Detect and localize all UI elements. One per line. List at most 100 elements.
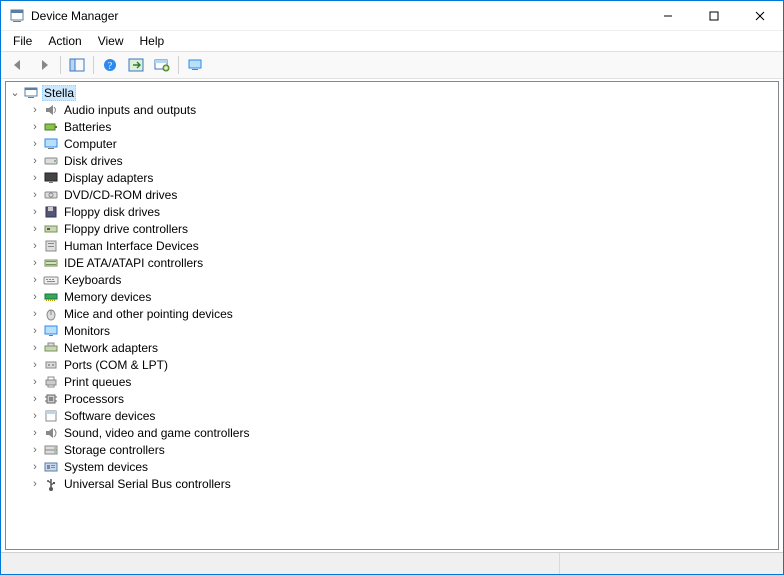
tree-category[interactable]: ›Disk drives xyxy=(6,152,778,169)
expand-icon[interactable]: › xyxy=(28,291,42,303)
audio-icon xyxy=(43,102,59,118)
tree-category-label: Ports (COM & LPT) xyxy=(62,358,170,372)
tree-category-label: Floppy drive controllers xyxy=(62,222,190,236)
expand-icon[interactable]: › xyxy=(28,308,42,320)
tree-category-label: Network adapters xyxy=(62,341,160,355)
expand-icon[interactable]: › xyxy=(28,427,42,439)
toolbar-separator xyxy=(178,56,179,74)
tree-category[interactable]: ›Memory devices xyxy=(6,288,778,305)
back-button[interactable] xyxy=(6,54,30,76)
tree-category-label: Display adapters xyxy=(62,171,155,185)
tree-category[interactable]: › Processors xyxy=(6,390,778,407)
battery-icon xyxy=(43,119,59,135)
expand-icon[interactable]: › xyxy=(28,478,42,490)
tree-category[interactable]: › Network adapters xyxy=(6,339,778,356)
expand-icon[interactable]: › xyxy=(28,155,42,167)
expand-icon[interactable]: › xyxy=(28,104,42,116)
collapse-icon[interactable]: ⌄ xyxy=(8,86,22,99)
tree-category[interactable]: › Mice and other pointing devices xyxy=(6,305,778,322)
titlebar: Device Manager xyxy=(1,1,783,31)
tree-category[interactable]: › Print queues xyxy=(6,373,778,390)
tree-category[interactable]: › Audio inputs and outputs xyxy=(6,101,778,118)
expand-icon[interactable]: › xyxy=(28,410,42,422)
tree-category[interactable]: ›Keyboards xyxy=(6,271,778,288)
forward-button[interactable] xyxy=(32,54,56,76)
expand-icon[interactable]: › xyxy=(28,359,42,371)
tree-category[interactable]: › Computer xyxy=(6,135,778,152)
tree-category[interactable]: › Floppy drive controllers xyxy=(6,220,778,237)
tree-category[interactable]: › Batteries xyxy=(6,118,778,135)
tree-category-label: Processors xyxy=(62,392,126,406)
tree-category-label: Mice and other pointing devices xyxy=(62,307,235,321)
expand-icon[interactable]: › xyxy=(28,240,42,252)
menu-action[interactable]: Action xyxy=(40,33,89,49)
menu-view[interactable]: View xyxy=(90,33,132,49)
tree-category[interactable]: › Universal Serial Bus controllers xyxy=(6,475,778,492)
expand-icon[interactable]: › xyxy=(28,444,42,456)
tree-category[interactable]: › Storage controllers xyxy=(6,441,778,458)
tree-category-label: Storage controllers xyxy=(62,443,167,457)
expand-icon[interactable]: › xyxy=(28,257,42,269)
tree-category[interactable]: ›Human Interface Devices xyxy=(6,237,778,254)
ide-icon xyxy=(43,255,59,271)
storage-icon xyxy=(43,442,59,458)
sound-icon xyxy=(43,425,59,441)
usb-icon xyxy=(43,476,59,492)
tree-category[interactable]: ›DVD/CD-ROM drives xyxy=(6,186,778,203)
expand-icon[interactable]: › xyxy=(28,342,42,354)
window-title: Device Manager xyxy=(31,9,118,23)
tree-category-label: Universal Serial Bus controllers xyxy=(62,477,233,491)
tree-category-label: Batteries xyxy=(62,120,113,134)
expand-icon[interactable]: › xyxy=(28,274,42,286)
tree-category[interactable]: › Software devices xyxy=(6,407,778,424)
tree-category-label: Monitors xyxy=(62,324,112,338)
display-icon xyxy=(43,170,59,186)
cpu-icon xyxy=(43,391,59,407)
tree-category[interactable]: ›Floppy disk drives xyxy=(6,203,778,220)
computer-icon xyxy=(43,136,59,152)
expand-icon[interactable]: › xyxy=(28,223,42,235)
devices-by-type-button[interactable] xyxy=(183,54,207,76)
tree-category[interactable]: › Ports (COM & LPT) xyxy=(6,356,778,373)
menubar: File Action View Help xyxy=(1,31,783,51)
tree-category-label: Print queues xyxy=(62,375,133,389)
memory-icon xyxy=(43,289,59,305)
tree-category-label: Audio inputs and outputs xyxy=(62,103,198,117)
expand-icon[interactable]: › xyxy=(28,393,42,405)
tree-category-label: Computer xyxy=(62,137,119,151)
device-tree[interactable]: ⌄Stella › Audio inputs and outputs › Batteri… xyxy=(5,81,779,550)
tree-category[interactable]: › System devices xyxy=(6,458,778,475)
tree-category-label: Software devices xyxy=(62,409,157,423)
close-button[interactable] xyxy=(737,1,783,31)
action-button[interactable] xyxy=(124,54,148,76)
tree-category[interactable]: › Monitors xyxy=(6,322,778,339)
toolbar-separator xyxy=(93,56,94,74)
menu-help[interactable]: Help xyxy=(132,33,173,49)
toolbar-separator xyxy=(60,56,61,74)
toolbar: ? xyxy=(1,51,783,79)
minimize-button[interactable] xyxy=(645,1,691,31)
tree-category[interactable]: › Display adapters xyxy=(6,169,778,186)
dvd-icon xyxy=(43,187,59,203)
maximize-button[interactable] xyxy=(691,1,737,31)
expand-icon[interactable]: › xyxy=(28,325,42,337)
printer-icon xyxy=(43,374,59,390)
expand-icon[interactable]: › xyxy=(28,172,42,184)
computer-icon xyxy=(23,85,39,101)
help-button[interactable]: ? xyxy=(98,54,122,76)
tree-category[interactable]: ›IDE ATA/ATAPI controllers xyxy=(6,254,778,271)
expand-icon[interactable]: › xyxy=(28,376,42,388)
expand-icon[interactable]: › xyxy=(28,189,42,201)
expand-icon[interactable]: › xyxy=(28,138,42,150)
expand-icon[interactable]: › xyxy=(28,206,42,218)
expand-icon[interactable]: › xyxy=(28,121,42,133)
tree-category-label: System devices xyxy=(62,460,150,474)
app-icon xyxy=(9,8,25,24)
menu-file[interactable]: File xyxy=(5,33,40,49)
tree-root[interactable]: ⌄Stella xyxy=(6,84,778,101)
floppyctrl-icon xyxy=(43,221,59,237)
show-hide-console-tree-button[interactable] xyxy=(65,54,89,76)
scan-hardware-button[interactable] xyxy=(150,54,174,76)
tree-category[interactable]: ›Sound, video and game controllers xyxy=(6,424,778,441)
expand-icon[interactable]: › xyxy=(28,461,42,473)
